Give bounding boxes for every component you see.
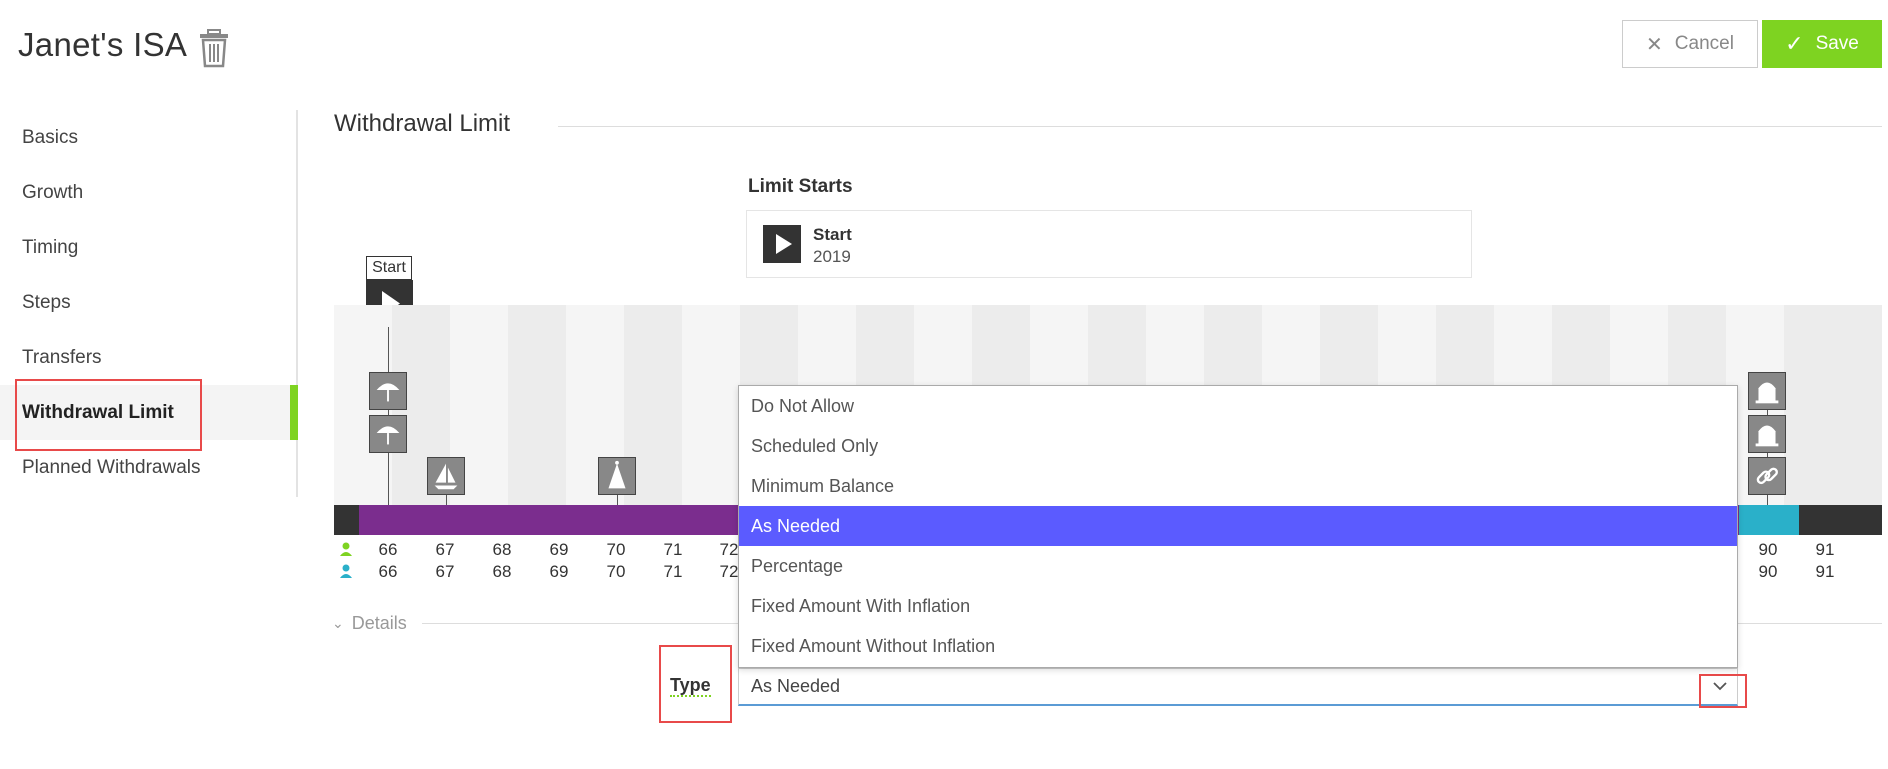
timeline-bar-dark [334,505,359,535]
age-label: 66 [378,540,398,559]
age-label: 69 [549,562,569,581]
type-dropdown: Do Not Allow Scheduled Only Minimum Bala… [738,385,1738,668]
close-icon: ✕ [1646,33,1663,56]
gravestone-icon[interactable] [1748,415,1786,453]
details-toggle[interactable]: ⌄ Details [332,613,407,634]
age-label: 91 [1815,540,1835,559]
age-label: 68 [492,562,512,581]
cancel-button[interactable]: ✕ Cancel [1622,20,1758,68]
type-select[interactable]: As Needed [738,668,1738,706]
dropdown-option[interactable]: Fixed Amount Without Inflation [739,626,1737,666]
party-hat-icon[interactable] [598,457,636,495]
dropdown-option[interactable]: Fixed Amount With Inflation [739,586,1737,626]
divider [558,126,1882,127]
page-title: Janet's ISA [18,26,188,63]
age-label: 67 [435,540,455,559]
play-icon [763,225,801,263]
timeline-start-flag: Start [366,256,412,280]
age-label: 69 [549,540,569,559]
section-title: Withdrawal Limit [334,110,511,137]
sidebar-item-basics[interactable]: Basics [0,110,296,165]
age-label: 91 [1815,562,1835,581]
cancel-label: Cancel [1674,33,1734,54]
person-icon [340,564,352,578]
chevron-down-icon: ⌄ [332,615,344,631]
dropdown-option[interactable]: Do Not Allow [739,386,1737,426]
sidebar-item-growth[interactable]: Growth [0,165,296,220]
age-label: 71 [663,562,683,581]
dropdown-option[interactable]: Minimum Balance [739,466,1737,506]
highlight-box [659,645,732,723]
person-icon [340,542,352,556]
save-label: Save [1815,33,1859,54]
age-label: 90 [1758,562,1778,581]
dropdown-option-selected[interactable]: As Needed [739,506,1737,546]
limit-start-name: Start [813,225,852,244]
link-icon[interactable] [1748,457,1786,495]
highlight-box [1699,674,1747,708]
timeline-bar-dark [1799,505,1882,535]
age-label: 67 [435,562,455,581]
limit-start-year: 2019 [813,247,851,266]
umbrella-icon[interactable] [369,415,407,453]
sidebar-item-transfers[interactable]: Transfers [0,330,296,385]
check-icon: ✓ [1785,31,1804,56]
dropdown-option[interactable]: Percentage [739,546,1737,586]
age-label: 90 [1758,540,1778,559]
details-label: Details [351,613,407,633]
sailboat-icon[interactable] [427,457,465,495]
gravestone-icon[interactable] [1748,372,1786,410]
highlight-box [15,379,202,451]
save-button[interactable]: ✓ Save [1762,20,1882,68]
age-label: 68 [492,540,512,559]
age-label: 70 [606,540,626,559]
sidebar-item-steps[interactable]: Steps [0,275,296,330]
umbrella-icon[interactable] [369,372,407,410]
age-label: 70 [606,562,626,581]
dropdown-option[interactable]: Scheduled Only [739,426,1737,466]
age-label: 66 [378,562,398,581]
limit-starts-label: Limit Starts [748,176,853,197]
type-select-value: As Needed [751,676,841,696]
age-label: 71 [663,540,683,559]
limit-start-card[interactable]: Start 2019 [746,210,1472,278]
sidebar-item-timing[interactable]: Timing [0,220,296,275]
timeline-bar-teal[interactable] [1739,505,1799,535]
trash-icon[interactable] [198,28,230,68]
